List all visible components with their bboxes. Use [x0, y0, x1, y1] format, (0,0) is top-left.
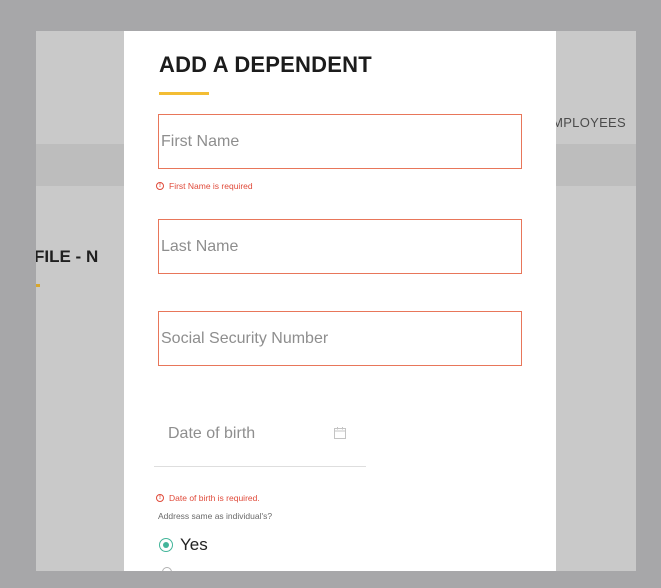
background-page-heading: FILE - N	[36, 247, 99, 266]
ssn-input[interactable]	[159, 312, 521, 365]
modal-title: ADD A DEPENDENT	[159, 52, 372, 77]
radio-yes[interactable]: Yes	[159, 535, 208, 555]
error-icon: !	[156, 182, 164, 190]
nav-item-employees: MPLOYEES	[552, 115, 626, 130]
first-name-error-text: First Name is required	[169, 181, 253, 191]
first-name-input[interactable]	[159, 115, 521, 168]
radio-button-yes[interactable]	[159, 538, 173, 552]
date-of-birth-field	[154, 409, 366, 467]
radio-button-next-partial[interactable]	[162, 567, 172, 571]
date-of-birth-input[interactable]	[168, 421, 318, 447]
radio-selected-dot	[163, 542, 169, 548]
error-icon: !	[156, 494, 164, 502]
date-of-birth-error-text: Date of birth is required.	[169, 493, 260, 503]
radio-yes-label: Yes	[180, 535, 208, 554]
ssn-field	[158, 311, 522, 366]
date-of-birth-error: ! Date of birth is required.	[156, 493, 260, 503]
calendar-icon[interactable]	[333, 426, 347, 440]
last-name-input[interactable]	[159, 220, 521, 273]
last-name-field	[158, 219, 522, 274]
background-heading-underline	[36, 284, 40, 287]
first-name-field	[158, 114, 522, 169]
address-same-question: Address same as individual's?	[158, 511, 273, 521]
add-dependent-modal: ADD A DEPENDENT ! First Name is required…	[124, 31, 556, 571]
title-accent-bar	[159, 92, 209, 95]
first-name-error: ! First Name is required	[156, 181, 253, 191]
